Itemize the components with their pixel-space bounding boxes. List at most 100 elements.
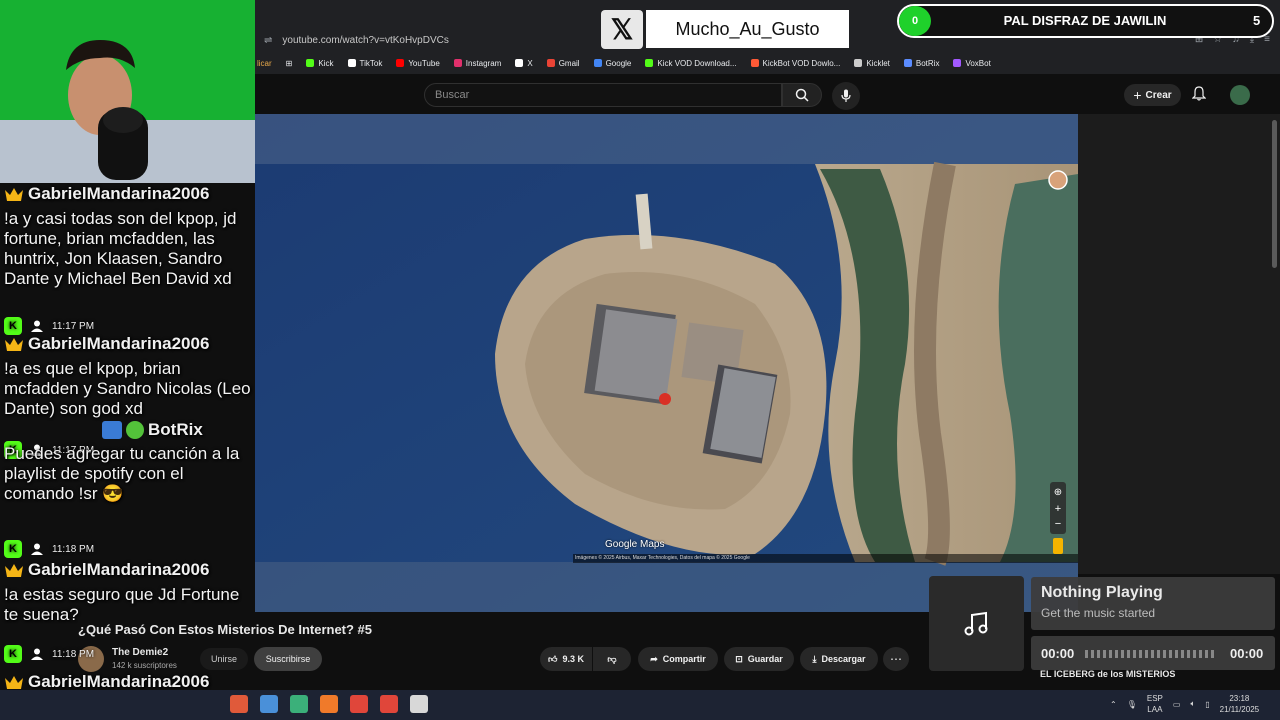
bookmark-favicon-icon [396, 59, 405, 67]
chat-username[interactable]: GabrielMandarina2006 [28, 560, 209, 580]
notifications-bell-icon[interactable] [1191, 86, 1207, 104]
bookmark-label: Instagram [465, 58, 502, 68]
chat-meta-row: K 11:17 PM [4, 317, 94, 335]
download-button[interactable]: ⤓ Descargar [800, 647, 878, 671]
recommended-title-1[interactable]: EL ICEBERG de los MISTERIOS [1040, 669, 1175, 679]
volume-icon[interactable]: 🔈︎ [1190, 699, 1195, 709]
chat-username-row: GabrielMandarina2006 [4, 672, 254, 692]
bookmark-item[interactable]: Google [593, 58, 632, 68]
network-icon[interactable]: ▭ [1173, 700, 1181, 709]
language-indicator[interactable]: ESP LAA [1147, 693, 1163, 715]
streamer-camera-image [0, 0, 255, 183]
bookmark-item[interactable]: Kick [306, 58, 334, 68]
map-brand: Google Maps [605, 539, 665, 550]
bookmark-item[interactable]: Gmail [546, 58, 580, 68]
verified-badge-icon [126, 421, 144, 439]
app-icon[interactable] [260, 695, 278, 713]
search-button[interactable] [782, 83, 822, 107]
bot-badge-icon [102, 421, 122, 439]
brave-browser-icon[interactable] [380, 695, 398, 713]
bookmark-item[interactable]: Instagram [453, 58, 502, 68]
chat-username-row: BotRix [102, 420, 203, 440]
bookmark-favicon-icon [593, 59, 602, 67]
brave-browser-icon[interactable] [320, 695, 338, 713]
donation-title: PAL DISFRAZ DE JAWILIN [1003, 13, 1167, 28]
bookmark-favicon-icon [645, 59, 654, 67]
battery-icon[interactable]: ▯ [1205, 700, 1209, 709]
chat-username[interactable]: GabrielMandarina2006 [28, 672, 209, 692]
download-arrow-icon: ⤓ [812, 653, 817, 664]
app-icon[interactable] [230, 695, 248, 713]
chat-username[interactable]: BotRix [148, 420, 203, 440]
chat-timestamp: 11:18 PM [52, 648, 95, 660]
related-sidebar [1078, 114, 1280, 574]
bookmark-label: Gmail [558, 58, 580, 68]
bookmark-item[interactable]: BotRix [903, 59, 939, 68]
microphone-tray-icon[interactable]: 🎙︎ [1127, 700, 1137, 709]
more-actions-button[interactable]: ⋯ [883, 647, 909, 671]
chat-username[interactable]: GabrielMandarina2006 [28, 184, 209, 204]
create-label: Crear [1145, 89, 1172, 101]
chat-message: GabrielMandarina2006 !a y casi todas son … [4, 184, 254, 289]
chat-username[interactable]: GabrielMandarina2006 [28, 334, 209, 354]
now-playing-time-end: 00:00 [1230, 646, 1264, 661]
bookmark-item[interactable]: Kick VOD Download... [645, 59, 737, 68]
kick-badge-icon: K [4, 317, 22, 335]
bookmark-item[interactable]: Kicklet [854, 59, 890, 68]
share-label: Compartir [662, 654, 706, 664]
voice-search-button[interactable] [832, 82, 860, 110]
share-icon: ➦ [650, 653, 658, 664]
user-badge-icon [28, 317, 46, 335]
taskbar [0, 690, 1280, 720]
file-icon[interactable] [410, 695, 428, 713]
bookmarks-bar: licar ⊞ Kick TikTok YouTube Instagram X Gmail… [255, 52, 1280, 74]
bookmark-favicon-icon [750, 59, 759, 67]
chat-username-row: GabrielMandarina2006 [4, 334, 254, 354]
bookmark-item[interactable]: VoxBot [953, 58, 991, 68]
plus-icon: + [1133, 87, 1142, 103]
now-playing-title: Nothing Playing [1041, 584, 1163, 601]
site-info-icon[interactable]: ⇌ [264, 35, 272, 46]
page-scrollbar[interactable] [1272, 120, 1277, 268]
chat-message-text: Puedes agregar tu canción a la playlist … [4, 444, 240, 503]
bookmark-item[interactable]: X [515, 59, 533, 68]
dislike-button[interactable]: 👎︎ [593, 647, 631, 671]
like-button[interactable]: 👍︎ 9.3 K [540, 647, 592, 671]
bookmark-favicon-icon [347, 59, 356, 67]
x-handle: Mucho_Au_Gusto [646, 10, 849, 48]
bookmark-save-icon: ⊡ [735, 653, 743, 664]
bookmark-partial[interactable]: licar [257, 59, 272, 68]
apps-icon[interactable]: ⊞ [286, 59, 293, 68]
donation-goal: 5 [1253, 13, 1261, 28]
bookmark-favicon-icon [546, 59, 555, 67]
subscribe-button[interactable]: Suscribirse [254, 647, 322, 671]
now-playing-artwork [929, 576, 1024, 671]
bookmark-label: VoxBot [965, 58, 991, 68]
webcam-overlay [0, 0, 255, 183]
bookmark-item[interactable]: KickBot VOD Dowlo... [750, 59, 840, 68]
create-button[interactable]: + Crear [1124, 84, 1181, 106]
bookmark-favicon-icon [903, 59, 912, 67]
account-avatar[interactable] [1230, 85, 1250, 105]
bookmark-favicon-icon [306, 59, 315, 67]
chat-timestamp: 11:18 PM [52, 543, 95, 555]
share-button[interactable]: ➦ Compartir [638, 647, 718, 671]
clock[interactable]: 23:18 21/11/2025 [1220, 693, 1259, 715]
x-logo-icon: 𝕏 [601, 10, 643, 49]
bookmark-item[interactable]: TikTok [347, 59, 382, 68]
bookmark-label: Google [605, 58, 632, 68]
save-label: Guardar [747, 654, 783, 664]
bookmark-item[interactable]: YouTube [396, 59, 440, 68]
user-badge-icon [28, 645, 46, 663]
app-icon[interactable] [290, 695, 308, 713]
save-button[interactable]: ⊡ Guardar [724, 647, 794, 671]
bookmark-label: Kick [318, 58, 334, 68]
video-player[interactable]: ⊕ + − Google Maps Imágenes © 2025 Airbus… [255, 114, 1078, 612]
clock-time: 23:18 [1229, 694, 1250, 703]
language-region: LAA [1147, 705, 1163, 714]
taskbar-apps [230, 695, 428, 713]
bookmark-favicon-icon [953, 59, 962, 67]
brave-browser-icon[interactable] [350, 695, 368, 713]
search-input[interactable]: Buscar [424, 83, 782, 107]
chevron-up-icon[interactable]: ⌃ [1110, 700, 1117, 709]
